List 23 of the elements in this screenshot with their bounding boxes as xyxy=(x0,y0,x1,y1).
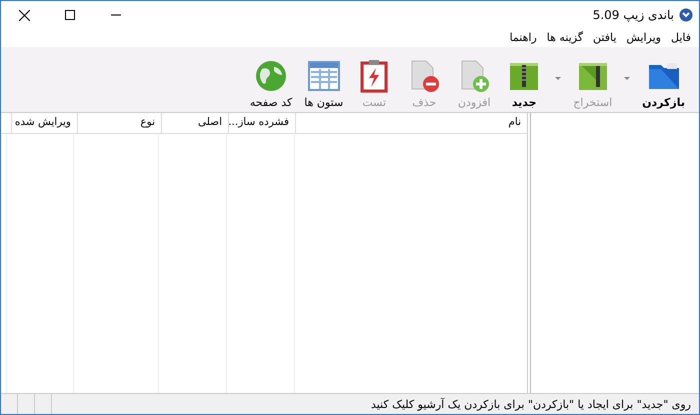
globe-icon xyxy=(254,59,288,93)
close-icon xyxy=(18,10,30,20)
maximize-icon xyxy=(65,10,75,20)
minimize-icon xyxy=(111,14,121,16)
toolbar-button[interactable]: بازکردن xyxy=(638,59,689,109)
app-icon xyxy=(679,8,693,22)
menu-item[interactable]: فایل xyxy=(670,31,691,47)
column-header[interactable]: فشرده ساز... xyxy=(228,113,295,133)
menu-item[interactable]: ویرایش xyxy=(626,31,661,47)
dropdown-caret-icon[interactable] xyxy=(624,76,630,80)
toolbar-button[interactable]: کد صفحه xyxy=(246,59,296,109)
columns-icon xyxy=(306,59,341,93)
column-header[interactable]: اصلی xyxy=(161,113,228,133)
toolbar-button[interactable]: جدید xyxy=(501,59,548,109)
window-title: باندی زیپ 5.09 xyxy=(592,8,674,22)
menu-item[interactable]: راهنما xyxy=(510,31,537,47)
column-header[interactable]: نام xyxy=(295,113,527,133)
menu-item[interactable]: گزینه ها xyxy=(546,31,584,47)
toolbar-button[interactable]: ستون ها xyxy=(300,59,348,109)
status-text: روی "جدید" برای ایجاد یا "بازکردن" برای بازکردن یک آرشیو کلیک کنید xyxy=(370,398,692,410)
column-header[interactable]: ویرایش شده xyxy=(11,113,77,133)
menu-item[interactable]: یافتن xyxy=(593,31,616,47)
column-header[interactable]: نوع xyxy=(77,113,161,133)
